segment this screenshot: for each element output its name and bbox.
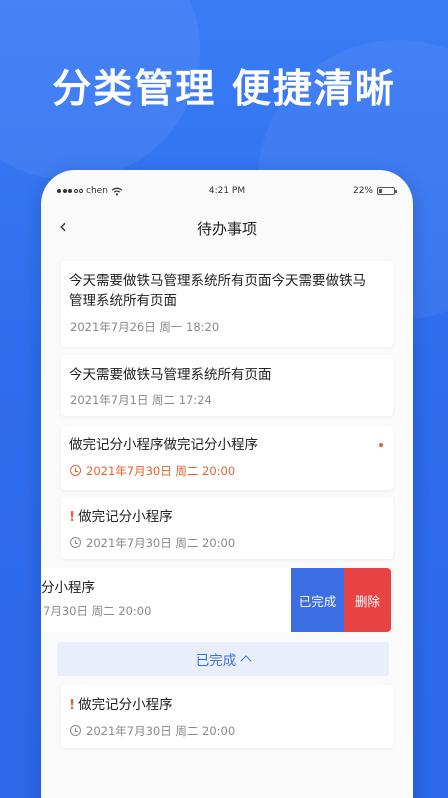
- clock-icon: [70, 725, 81, 736]
- page-title: 待办事项: [196, 220, 257, 238]
- todo-item[interactable]: 今天需要做铁马管理系统所有页面今天需要做铁马管理系统所有页面 2021年7月26…: [61, 261, 393, 347]
- chevron-up-icon: [240, 655, 252, 667]
- battery-icon: [377, 187, 397, 195]
- swiped-todo-item[interactable]: 分小程序 7月30日 周二 20:00 已完成 删除: [41, 568, 391, 632]
- important-icon: !: [69, 697, 76, 713]
- promo-headline: 分类管理 便捷清晰: [52, 67, 396, 112]
- battery-status: 22%: [352, 186, 397, 196]
- delete-button[interactable]: 删除: [344, 568, 391, 632]
- todo-item[interactable]: ! 做完记分小程序 2021年7月30日 周二 20:00: [61, 497, 393, 559]
- todo-date: 2021年7月30日 周二 20:00: [86, 536, 236, 550]
- completed-todo-item[interactable]: ! 做完记分小程序 2021年7月30日 周二 20:00: [61, 685, 393, 748]
- todo-title: 做完记分小程序做完记分小程序: [69, 437, 258, 453]
- todo-reminder: 2021年7月30日 周二 20:00: [70, 463, 235, 479]
- todo-title: 分小程序: [41, 580, 95, 596]
- todo-title: 做完记分小程序: [78, 509, 173, 525]
- completed-section-label: 已完成: [195, 653, 237, 669]
- todo-date: 7月30日 周二 20:00: [43, 604, 152, 618]
- battery-level: [379, 189, 382, 193]
- todo-title: 做完记分小程序: [78, 697, 173, 713]
- todo-item[interactable]: 做完记分小程序做完记分小程序 2021年7月30日 周二 20:00: [61, 426, 393, 490]
- completed-section-toggle[interactable]: 已完成: [57, 642, 389, 676]
- clock-icon: [70, 537, 81, 548]
- status-bar: chen 4:21 PM 22%: [41, 170, 413, 198]
- todo-date: 2021年7月30日 周二 20:00: [86, 724, 236, 738]
- todo-date: 2021年7月26日 周一 18:20: [70, 320, 220, 334]
- nav-bar: ‹ 待办事项: [41, 210, 413, 246]
- battery-percent: 22%: [352, 186, 373, 196]
- alarm-clock-icon: [70, 465, 81, 476]
- unread-dot: [379, 443, 383, 447]
- todo-date: 2021年7月30日 周二 20:00: [86, 464, 236, 478]
- todo-title: 今天需要做铁马管理系统所有页面今天需要做铁马管理系统所有页面: [69, 273, 366, 309]
- todo-title: 今天需要做铁马管理系统所有页面: [69, 367, 272, 383]
- important-icon: !: [69, 509, 76, 525]
- todo-title-row: ! 做完记分小程序: [69, 695, 173, 715]
- phone-mockup: chen 4:21 PM 22% ‹ 待办事项 今天需要做铁马管理系统所有页面今…: [41, 170, 413, 798]
- todo-title-row: ! 做完记分小程序: [69, 507, 173, 527]
- todo-reminder: 2021年7月30日 周二 20:00: [70, 723, 235, 739]
- todo-item[interactable]: 今天需要做铁马管理系统所有页面 2021年7月1日 周二 17:24: [61, 355, 393, 416]
- mark-done-button[interactable]: 已完成: [291, 568, 344, 632]
- todo-date: 2021年7月1日 周二 17:24: [70, 393, 212, 407]
- todo-reminder: 2021年7月30日 周二 20:00: [70, 535, 235, 551]
